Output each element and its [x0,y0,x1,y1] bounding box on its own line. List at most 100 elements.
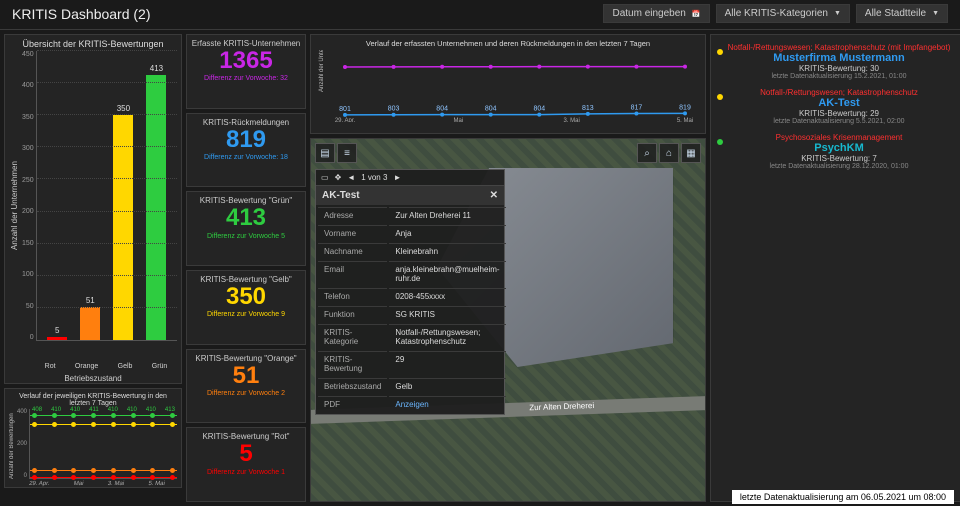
stat-card[interactable]: KRITIS-Bewertung "Rot" 5 Differenz zur V… [186,427,306,502]
bar-value: 51 [80,296,100,305]
stat-diff: Differenz zur Vorwoche 2 [191,390,301,397]
map-panel[interactable]: ▤ ≡ ⌕ ⌂ ▦ ▭ ✥ ◄ 1 von 3 ► [310,138,706,502]
top-line-chart-panel: Verlauf der erfassten Unternehmen und de… [310,34,706,134]
footer-timestamp: letzte Datenaktualisierung am 06.05.2021… [732,490,954,504]
bar-y-ticks: 450400350300250200150100500 [20,51,36,341]
popup-row: Telefon0208-455xxxx [318,288,506,304]
stat-card[interactable]: KRITIS-Rückmeldungen 819 Differenz zur V… [186,113,306,188]
svg-text:804: 804 [485,106,497,113]
stat-value: 819 [191,127,301,153]
dock-icon[interactable]: ▭ [321,173,329,182]
feed-score: KRITIS-Bewertung: 29 [717,109,960,118]
feed-name: AK-Test [717,97,960,109]
svg-text:5. Mai: 5. Mai [677,118,693,122]
bar-rot[interactable]: 5 [47,337,67,340]
stat-diff: Differenz zur Vorwoche: 18 [191,154,301,161]
feed-panel[interactable]: Notfall-/Rettungswesen; Katastrophenschu… [710,34,960,502]
trend-title: Verlauf der jeweiligen KRITIS-Bewertung … [9,393,177,407]
feed-item[interactable]: Psychosoziales Krisenmanagement PsychKM … [715,129,960,174]
popup-row: AdresseZur Alten Dreherei 11 [318,207,506,223]
header: KRITIS Dashboard (2) Datum eingeben 📅 Al… [0,0,960,30]
calendar-icon: 📅 [692,10,701,18]
popup-row: KRITIS-Bewertung29 [318,351,506,376]
popup-row: NachnameKleinebrahn [318,243,506,259]
basemap-icon[interactable]: ▦ [681,143,701,163]
trend-plot: 408410410411410410410413 [29,409,177,479]
date-picker[interactable]: Datum eingeben 📅 [603,4,709,23]
svg-text:804: 804 [533,106,545,113]
stat-card[interactable]: KRITIS-Bewertung "Grün" 413 Differenz zu… [186,191,306,266]
chevron-down-icon: ▼ [932,10,939,17]
feed-category: Notfall-/Rettungswesen; Katastrophenschu… [717,88,960,97]
popup-table: AdresseZur Alten Dreherei 11 VornameAnja N… [316,205,508,414]
svg-text:817: 817 [631,105,643,112]
stat-value: 51 [191,363,301,389]
header-controls: Datum eingeben 📅 Alle KRITIS-Kategorien … [603,4,948,23]
feed-item[interactable]: Notfall-/Rettungswesen; Katastrophenschu… [715,39,960,84]
svg-text:3. Mai: 3. Mai [563,118,579,122]
stat-value: 1365 [191,48,301,74]
feed-category: Notfall-/Rettungswesen; Katastrophenschu… [717,43,960,52]
trend-y-label: Anzahl der Bewertungen [9,409,15,479]
stat-card[interactable]: Erfasste KRITIS-Unternehmen 1365 Differe… [186,34,306,109]
svg-text:801: 801 [339,106,351,113]
page-title: KRITIS Dashboard (2) [12,6,151,22]
home-icon[interactable]: ⌂ [659,143,679,163]
center-column: Verlauf der erfassten Unternehmen und de… [310,34,706,502]
map-toolbar-left: ▤ ≡ [315,143,357,163]
feed-name: Musterfirma Mustermann [717,52,960,64]
popup-title: AK-Test [322,190,360,201]
popup-pager: 1 von 3 [361,173,387,182]
feed-score: KRITIS-Bewertung: 7 [717,154,960,163]
stat-card[interactable]: KRITIS-Bewertung "Gelb" 350 Differenz zu… [186,270,306,345]
popup-row: BetriebszustandGelb [318,378,506,394]
stat-value: 350 [191,284,301,310]
prev-icon[interactable]: ◄ [347,173,355,182]
bar-value: 413 [146,64,166,73]
stat-diff: Differenz zur Vorwoche: 32 [191,75,301,82]
district-label: Alle Stadtteile [865,8,926,19]
stat-value: 5 [191,441,301,467]
bar-value: 5 [47,326,67,335]
popup-row: KRITIS-KategorieNotfall-/Rettungswesen; … [318,324,506,349]
map-toolbar-right: ⌕ ⌂ ▦ [637,143,701,163]
svg-text:Anzahl der Unternehmen: Anzahl der Unternehmen [319,50,325,92]
search-icon[interactable]: ⌕ [637,143,657,163]
stat-value: 413 [191,205,301,231]
close-icon[interactable]: ✕ [490,190,498,201]
category-dropdown[interactable]: Alle KRITIS-Kategorien ▼ [716,4,850,23]
stat-card[interactable]: KRITIS-Bewertung "Orange" 51 Differenz z… [186,349,306,424]
pdf-link[interactable]: Anzeigen [395,400,428,409]
svg-text:29. Apr.: 29. Apr. [335,118,356,122]
bar-chart-panel: Übersicht der KRITIS-Bewertungen Anzahl … [4,34,182,384]
popup-row: Emailanja.kleinebrahn@muelheim-ruhr.de [318,261,506,286]
right-column: Notfall-/Rettungswesen; Katastrophenschu… [710,34,960,502]
trend-chart-panel: Verlauf der jeweiligen KRITIS-Bewertung … [4,388,182,488]
next-icon[interactable]: ► [393,173,401,182]
chevron-down-icon: ▼ [834,10,841,17]
date-label: Datum eingeben [612,8,685,19]
bar-orange[interactable]: 51 [80,307,100,340]
svg-text:804: 804 [436,106,448,113]
layers-icon[interactable]: ▤ [315,143,335,163]
svg-text:Mai: Mai [453,118,463,122]
popup-row: PDFAnzeigen [318,396,506,412]
stat-diff: Differenz zur Vorwoche 1 [191,469,301,476]
popup-row: FunktionSG KRITIS [318,306,506,322]
district-dropdown[interactable]: Alle Stadtteile ▼ [856,4,948,23]
bar-x-axis-label: Betriebszustand [9,374,177,383]
map-popup: ▭ ✥ ◄ 1 von 3 ► AK-Test ✕ AdresseZur Alt… [315,169,505,415]
move-icon[interactable]: ✥ [335,173,342,182]
svg-text:803: 803 [388,106,400,113]
feed-item[interactable]: Notfall-/Rettungswesen; Katastrophenschu… [715,84,960,129]
stat-diff: Differenz zur Vorwoche 9 [191,311,301,318]
svg-text:819: 819 [679,104,691,111]
feed-score: KRITIS-Bewertung: 30 [717,64,960,73]
legend-icon[interactable]: ≡ [337,143,357,163]
stat-cards-column: Erfasste KRITIS-Unternehmen 1365 Differe… [186,34,306,502]
trend-y-ticks: 4002000 [15,409,29,479]
stat-diff: Differenz zur Vorwoche 5 [191,233,301,240]
popup-row: VornameAnja [318,225,506,241]
bar-y-axis-label: Anzahl der Unternehmen [9,51,20,361]
feed-timestamp: letzte Datenaktualisierung 15.2.2021, 01… [717,73,960,80]
